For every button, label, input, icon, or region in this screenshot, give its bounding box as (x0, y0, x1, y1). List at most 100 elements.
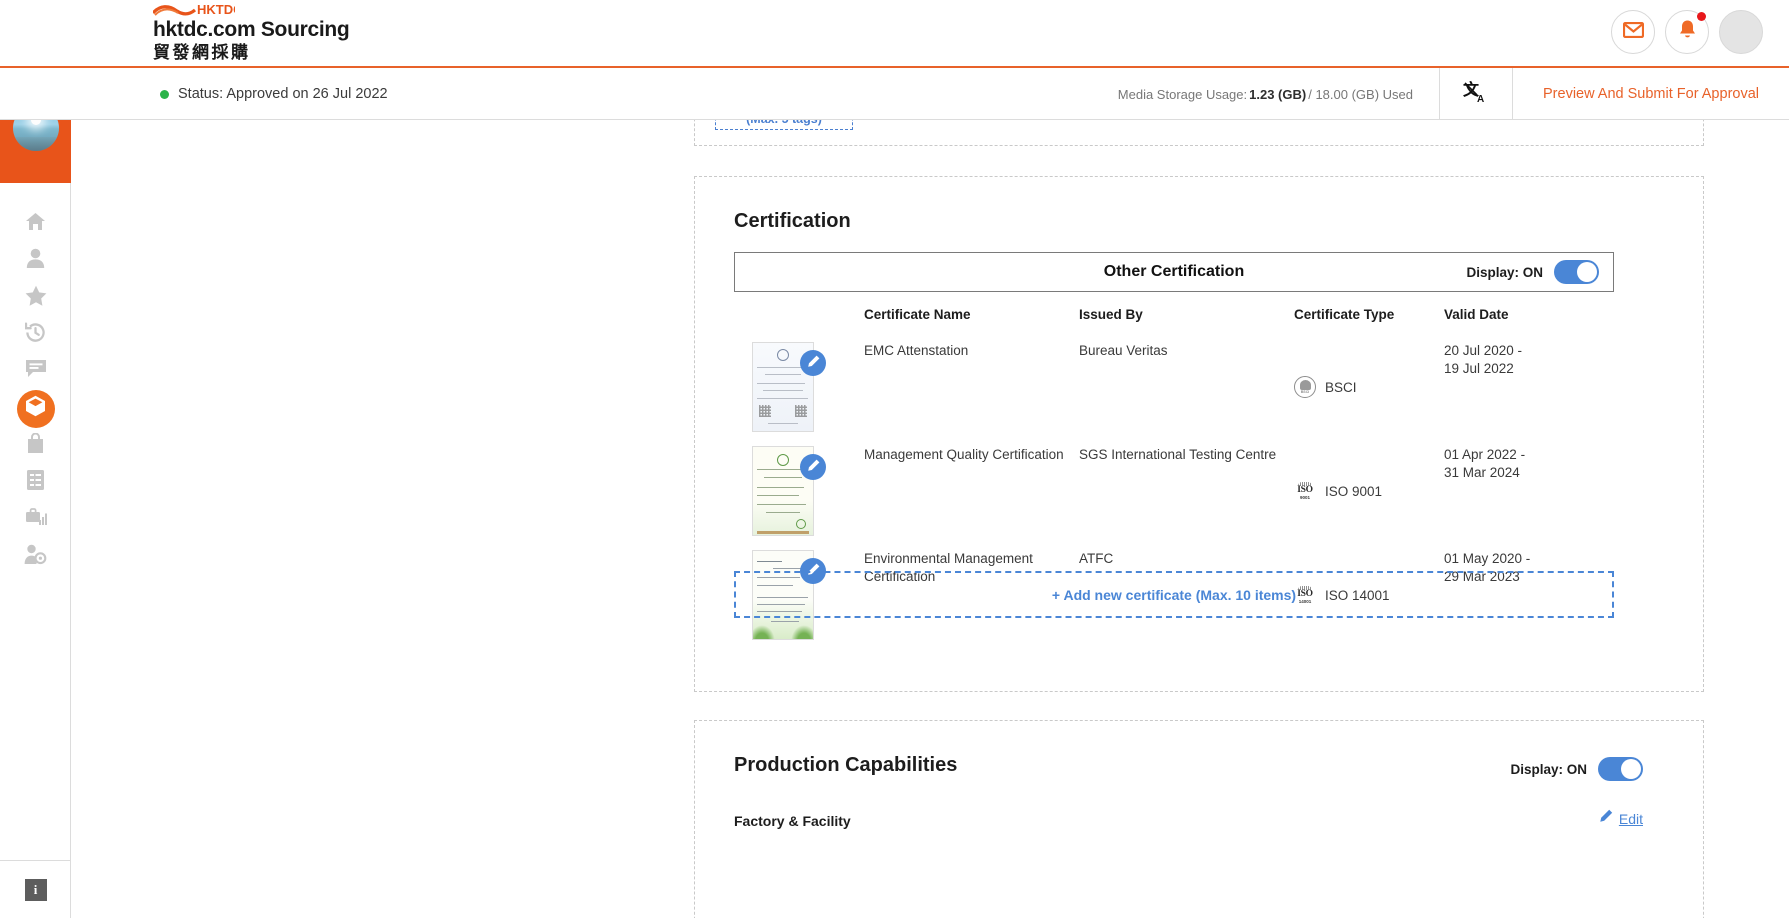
certificate-name: Management Quality Certification (864, 447, 1064, 462)
sidebar-item-products-active-pill (16, 389, 55, 428)
profile-icon (26, 248, 45, 273)
media-usage-suffix: / 18.00 (GB) Used (1308, 86, 1413, 102)
certificate-type-label: ISO 9001 (1325, 483, 1383, 499)
pencil-edit-icon (807, 459, 820, 475)
col-header-certificate-type: Certificate Type (1294, 307, 1395, 322)
status-bar-right: Media Storage Usage: 1.23 (GB) / 18.00 (… (1092, 68, 1789, 120)
main-content: (Max. 5 tags) Certification Other Certif… (71, 120, 1789, 918)
media-storage-usage: Media Storage Usage: 1.23 (GB) / 18.00 (… (1092, 68, 1439, 120)
certification-table-header-row: Certificate Name Issued By Certificate T… (734, 299, 1614, 342)
home-icon (25, 212, 46, 236)
briefcase-chart-icon (25, 507, 47, 532)
other-certification-label: Other Certification (1103, 263, 1245, 280)
tag-limit-chip[interactable]: (Max. 5 tags) (715, 120, 853, 130)
certificate-issued-by: Bureau Veritas (1079, 343, 1168, 358)
sidebar-item-profile[interactable] (0, 242, 71, 279)
sidebar-item-account-settings[interactable] (0, 538, 71, 575)
edit-certificate-button[interactable] (800, 350, 826, 376)
valid-date-to: 19 Jul 2022 (1444, 361, 1514, 376)
table-row: Management Quality Certification SGS Int… (734, 446, 1614, 550)
svg-text:A: A (1477, 94, 1484, 104)
certification-display-label: Display: ON (1466, 264, 1543, 280)
certificate-valid-date: 01 Apr 2022 - 31 Mar 2024 (1444, 446, 1614, 550)
factory-facility-subtitle: Factory & Facility (734, 813, 851, 829)
left-sidebar: » (0, 68, 71, 918)
col-header-thumbnail (734, 299, 864, 342)
media-usage-prefix: Media Storage Usage: (1117, 86, 1248, 102)
certificate-type-cell: ISO 9001 ISO 9001 (1294, 446, 1444, 502)
certificate-thumbnail-wrap[interactable] (752, 446, 826, 536)
translate-icon: 文 A (1463, 80, 1489, 109)
message-icon (25, 359, 47, 384)
header-actions (1611, 10, 1763, 54)
sidebar-item-history[interactable] (0, 316, 71, 353)
production-capabilities-title: Production Capabilities (734, 754, 958, 776)
sidebar-item-checklist[interactable] (0, 464, 71, 501)
status-text: Status: Approved on 26 Jul 2022 (178, 86, 388, 102)
sidebar-item-messages[interactable] (0, 353, 71, 390)
sidebar-item-orders[interactable] (0, 427, 71, 464)
col-header-valid-date: Valid Date (1444, 307, 1509, 322)
sidebar-footer: i (0, 860, 71, 918)
brand-block: HKTDC hktdc.com Sourcing 貿發網採購 (153, 2, 350, 64)
production-display-label: Display: ON (1510, 761, 1587, 777)
certificate-type-cell: BSCI BSCI (1294, 342, 1444, 398)
certification-display-control: Display: ON (1466, 260, 1599, 284)
mail-icon (1622, 21, 1644, 43)
valid-date-from: 01 Apr 2022 - (1444, 447, 1526, 462)
notification-badge (1697, 12, 1706, 21)
info-button[interactable]: i (24, 878, 47, 901)
sidebar-nav (0, 183, 70, 575)
edit-factory-facility-button[interactable]: Edit (1599, 809, 1643, 829)
star-icon (25, 285, 47, 311)
production-capabilities-card: Production Capabilities Display: ON Fact… (694, 720, 1704, 918)
notifications-button[interactable] (1665, 10, 1709, 54)
valid-date-to: 31 Mar 2024 (1444, 465, 1520, 480)
language-switch-button[interactable]: 文 A (1440, 68, 1512, 120)
mail-button[interactable] (1611, 10, 1655, 54)
sidebar-item-business[interactable] (0, 501, 71, 538)
pencil-edit-icon (807, 355, 820, 371)
edit-label: Edit (1618, 811, 1643, 827)
media-usage-value: 1.23 (GB) (1249, 86, 1307, 102)
certification-display-toggle[interactable] (1554, 260, 1599, 284)
status-bar: Status: Approved on 26 Jul 2022 Media St… (0, 68, 1789, 120)
checklist-icon (26, 469, 45, 496)
other-certification-banner: Other Certification Display: ON (734, 252, 1614, 292)
add-new-certificate-button[interactable]: + Add new certificate (Max. 10 items) (734, 571, 1614, 618)
product-box-icon (25, 395, 46, 422)
certificate-thumbnail-wrap[interactable] (752, 342, 826, 432)
svg-text:HKTDC: HKTDC (197, 2, 235, 17)
status-indicator-dot (160, 89, 169, 99)
app-title: hktdc.com Sourcing (153, 18, 350, 41)
certificate-issued-by: SGS International Testing Centre (1079, 447, 1277, 462)
preview-submit-button[interactable]: Preview And Submit For Approval (1513, 68, 1789, 120)
previous-section-card-partial: (Max. 5 tags) (694, 120, 1704, 146)
sidebar-item-home[interactable] (0, 205, 71, 242)
history-icon (24, 321, 46, 348)
bell-icon (1678, 19, 1697, 45)
bsci-logo-icon: BSCI (1294, 376, 1316, 398)
certification-title: Certification (734, 210, 851, 232)
sidebar-item-products[interactable] (0, 389, 71, 428)
app-title-chinese: 貿發網採購 (153, 43, 251, 62)
valid-date-from: 20 Jul 2020 - (1444, 343, 1523, 358)
certificate-valid-date: 20 Jul 2020 - 19 Jul 2022 (1444, 342, 1614, 446)
hktdc-logo: HKTDC (153, 2, 235, 17)
certificate-type-label: BSCI (1325, 379, 1357, 395)
menu-button[interactable] (1719, 10, 1763, 54)
certification-card: Certification Other Certification Displa… (694, 176, 1704, 692)
user-settings-icon (24, 544, 47, 570)
production-display-control: Display: ON (1510, 757, 1643, 781)
edit-certificate-button[interactable] (800, 454, 826, 480)
certificate-name: EMC Attenstation (864, 343, 969, 358)
col-header-certificate-name: Certificate Name (864, 307, 971, 322)
app-header: HKTDC hktdc.com Sourcing 貿發網採購 (0, 0, 1789, 68)
col-header-issued-by: Issued By (1079, 307, 1143, 322)
production-display-toggle[interactable] (1598, 757, 1643, 781)
sidebar-item-favourites[interactable] (0, 279, 71, 316)
pencil-edit-icon (1599, 809, 1613, 829)
shopping-bag-icon (27, 432, 44, 459)
valid-date-from: 01 May 2020 - (1444, 551, 1531, 566)
approval-status: Status: Approved on 26 Jul 2022 (160, 68, 388, 120)
